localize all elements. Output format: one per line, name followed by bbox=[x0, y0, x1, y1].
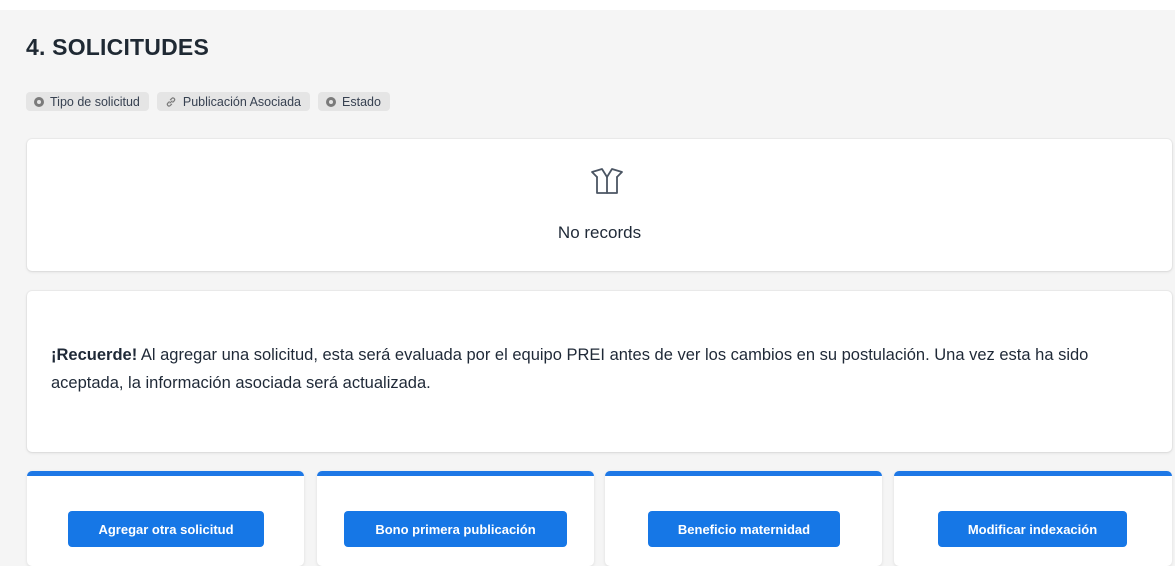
field-chip-publicacion-asociada: Publicación Asociada bbox=[156, 92, 311, 111]
action-card-beneficio-maternidad: Beneficio maternidad bbox=[605, 471, 882, 566]
field-chip-label: Estado bbox=[342, 94, 381, 109]
notice-body: Al agregar una solicitud, esta será eval… bbox=[51, 346, 1089, 392]
empty-box-icon bbox=[591, 168, 623, 194]
notice-text: ¡Recuerde! Al agregar una solicitud, est… bbox=[51, 341, 1111, 397]
field-chip-estado: Estado bbox=[318, 92, 390, 111]
action-card-bono-primera-publicacion: Bono primera publicación bbox=[317, 471, 594, 566]
modify-indexing-button[interactable]: Modificar indexación bbox=[938, 511, 1127, 547]
field-chip-label: Publicación Asociada bbox=[182, 94, 302, 109]
field-chip-tipo-solicitud: Tipo de solicitud bbox=[26, 92, 149, 111]
records-list: No records bbox=[27, 139, 1172, 271]
radio-icon bbox=[326, 96, 337, 107]
link-icon bbox=[166, 96, 176, 107]
radio-icon bbox=[34, 96, 44, 107]
notice-lead: ¡Recuerde! bbox=[51, 346, 138, 364]
action-card-modificar-indexacion: Modificar indexación bbox=[894, 471, 1172, 566]
maternity-benefit-button[interactable]: Beneficio maternidad bbox=[648, 511, 840, 547]
empty-state-text: No records bbox=[557, 223, 642, 242]
action-card-agregar-solicitud: Agregar otra solicitud bbox=[27, 471, 304, 566]
field-chips: Tipo de solicitud Publicación Asociada E… bbox=[26, 92, 390, 111]
first-publication-bonus-button[interactable]: Bono primera publicación bbox=[344, 511, 567, 547]
field-chip-label: Tipo de solicitud bbox=[50, 94, 140, 109]
solicitudes-section: 4. SOLICITUDES Tipo de solicitud Publica… bbox=[0, 10, 1175, 566]
notice-card: ¡Recuerde! Al agregar una solicitud, est… bbox=[27, 291, 1172, 452]
add-request-button[interactable]: Agregar otra solicitud bbox=[68, 511, 264, 547]
section-title: 4. SOLICITUDES bbox=[26, 34, 209, 60]
